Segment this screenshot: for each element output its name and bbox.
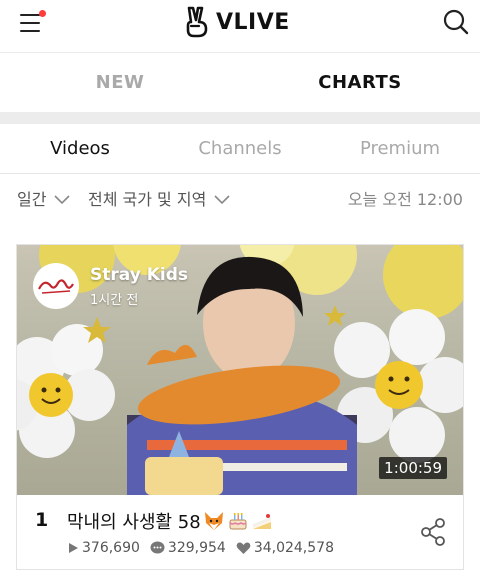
chevron-down-icon	[214, 195, 230, 205]
channel-name[interactable]: Stray Kids	[90, 265, 188, 285]
region-label: 전체 국가 및 지역	[88, 190, 207, 209]
logo-text: VLIVE	[216, 9, 290, 35]
tab-new[interactable]: NEW	[0, 53, 240, 112]
video-title-text: 막내의 사생활 58	[67, 512, 201, 533]
like-count: 34,024,578	[236, 540, 334, 556]
vlive-logo[interactable]: VLIVE	[182, 4, 290, 40]
post-time: 1시간 전	[90, 293, 139, 308]
filter-row: 일간 전체 국가 및 지역 오늘 오전 12:00	[0, 174, 480, 226]
search-icon[interactable]	[442, 8, 470, 36]
region-dropdown[interactable]: 전체 국가 및 지역	[88, 174, 230, 226]
play-count-value: 376,690	[82, 540, 140, 556]
tab-videos[interactable]: Videos	[0, 124, 160, 173]
video-stats: 376,690 329,954 34,024,578	[67, 540, 344, 556]
comment-icon	[150, 541, 165, 554]
play-count: 376,690	[67, 540, 140, 556]
play-icon	[69, 543, 78, 553]
main-tabs: NEW CHARTS	[0, 52, 480, 112]
channel-avatar[interactable]	[33, 263, 79, 309]
like-count-value: 34,024,578	[253, 540, 334, 556]
tab-charts[interactable]: CHARTS	[240, 53, 480, 112]
comment-count-value: 329,954	[167, 540, 226, 556]
period-dropdown[interactable]: 일간	[17, 174, 71, 226]
comment-count: 329,954	[150, 540, 226, 556]
menu-icon[interactable]	[20, 10, 46, 35]
section-divider	[0, 112, 480, 124]
video-info: 1 막내의 사생활 58 376,690 329,954 34,024,578	[17, 495, 463, 569]
video-thumbnail[interactable]: Stray Kids 1시간 전 1:00:59	[17, 245, 463, 495]
cake-slice-icon	[252, 514, 271, 529]
tab-premium[interactable]: Premium	[320, 124, 480, 173]
birthday-cake-icon	[229, 513, 247, 530]
notification-dot	[39, 10, 46, 17]
video-duration: 1:00:59	[379, 457, 447, 479]
chart-rank: 1	[35, 509, 49, 531]
updated-time: 오늘 오전 12:00	[347, 190, 463, 209]
chevron-down-icon	[54, 195, 71, 205]
video-title[interactable]: 막내의 사생활 58	[67, 508, 273, 534]
chart-sub-tabs: Videos Channels Premium	[0, 124, 480, 174]
fox-emoji-icon	[204, 512, 223, 530]
share-icon[interactable]	[419, 517, 447, 547]
heart-icon	[236, 542, 251, 554]
tab-channels[interactable]: Channels	[160, 124, 320, 173]
stray-kids-logo-icon	[38, 279, 74, 294]
video-card[interactable]: Stray Kids 1시간 전 1:00:59 1 막내의 사생활 58 37…	[16, 244, 464, 570]
period-label: 일간	[17, 190, 47, 209]
app-header: VLIVE	[0, 0, 480, 52]
victory-hand-icon	[186, 6, 208, 38]
